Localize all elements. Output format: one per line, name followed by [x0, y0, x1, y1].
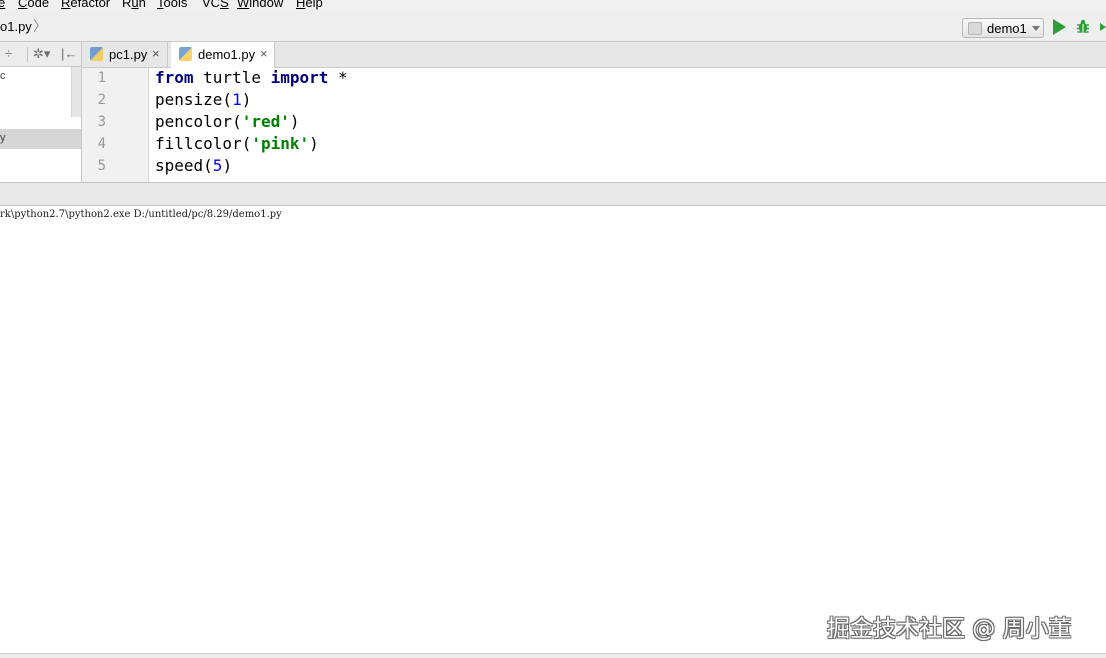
code-editor[interactable]: 1 2 3 4 5 from turtle import * pensize(1…	[82, 68, 1106, 182]
line-number: 1	[97, 70, 106, 86]
run-console[interactable]: rk\python2.7\python2.exe D:/untitled/pc/…	[0, 206, 1106, 653]
code-token: turtle	[193, 68, 271, 87]
hide-panel-icon[interactable]: |←	[61, 46, 77, 61]
code-token: pencolor(	[155, 112, 242, 131]
run-panel-header	[0, 182, 1106, 206]
menu-window[interactable]: Window	[237, 0, 283, 10]
code-line[interactable]: fillcolor('pink')	[155, 134, 319, 153]
line-number: 5	[97, 158, 106, 174]
menu-vcs[interactable]: VCS	[202, 0, 229, 10]
code-token: pensize(	[155, 90, 233, 109]
tab-close-icon[interactable]: ×	[260, 46, 268, 61]
tab-close-icon[interactable]: ×	[152, 46, 160, 61]
line-number: 3	[97, 114, 106, 130]
tab-label: demo1.py	[198, 47, 256, 62]
tree-selected-item[interactable]: y	[0, 129, 81, 149]
code-token: )	[309, 134, 319, 153]
run-icon[interactable]	[1053, 19, 1066, 35]
status-bar	[0, 653, 1106, 658]
code-token: import	[270, 68, 329, 87]
code-token: 'pink'	[251, 134, 310, 153]
menu-refactor[interactable]: Refactor	[61, 0, 110, 10]
code-token: 'red'	[241, 112, 290, 131]
python-file-icon	[179, 47, 192, 61]
code-line[interactable]: speed(5)	[155, 156, 232, 175]
menu-help[interactable]: Help	[296, 0, 323, 10]
code-token: 5	[212, 156, 223, 175]
code-token: )	[289, 112, 300, 131]
code-token: )	[222, 156, 233, 175]
project-toolbar: ÷ ✲▾ |←	[0, 42, 82, 67]
toolbar-divider	[27, 47, 28, 62]
breadcrumb-file[interactable]: o1.py	[0, 19, 32, 34]
debug-icon[interactable]	[1076, 19, 1090, 34]
python-config-icon	[968, 22, 982, 35]
dropdown-arrow-icon	[1032, 26, 1040, 31]
code-token: from	[155, 68, 194, 87]
code-line[interactable]: from turtle import *	[155, 68, 348, 87]
collapse-all-icon[interactable]: ÷	[5, 46, 12, 61]
menu-run[interactable]: Run	[122, 0, 146, 10]
navigation-bar: o1.py 〉 demo1	[0, 12, 1106, 42]
console-output-line: rk\python2.7\python2.exe D:/untitled/pc/…	[0, 209, 282, 220]
run-with-coverage-icon[interactable]	[1100, 23, 1106, 31]
breadcrumb-chevron-icon: 〉	[33, 18, 47, 34]
python-file-icon	[90, 47, 103, 61]
menu-bar: e Code Refactor Run Tools VCS Window Hel…	[0, 0, 1106, 12]
menu-tools[interactable]: Tools	[157, 0, 187, 10]
code-token: speed(	[155, 156, 213, 175]
tree-item-fragment[interactable]: c	[0, 70, 6, 82]
project-tree-scrollbar[interactable]	[71, 67, 81, 117]
code-token: )	[241, 90, 252, 109]
code-token: 1	[232, 90, 242, 109]
run-configuration-label: demo1	[987, 21, 1027, 36]
code-token: *	[328, 68, 348, 87]
tree-item-fragment-selected: y	[0, 132, 6, 144]
code-line[interactable]: pensize(1)	[155, 90, 251, 109]
tab-label: pc1.py	[109, 47, 148, 62]
menu-code[interactable]: Code	[18, 0, 49, 10]
menu-file[interactable]: e	[0, 0, 5, 10]
settings-gear-icon[interactable]: ✲▾	[33, 46, 50, 62]
tab-demo1[interactable]: demo1.py ×	[171, 42, 275, 69]
code-line[interactable]: pencolor('red')	[155, 112, 300, 131]
watermark: 掘金技术社区 @ 周小董	[827, 616, 1072, 642]
editor-tabs: pc1.py × demo1.py ×	[82, 42, 1106, 69]
run-configuration-select[interactable]: demo1	[962, 18, 1044, 38]
line-number-gutter: 1 2 3 4 5	[82, 68, 149, 182]
line-number: 4	[97, 136, 106, 152]
line-number: 2	[97, 92, 106, 108]
tab-pc1[interactable]: pc1.py ×	[82, 42, 168, 68]
code-token: fillcolor(	[155, 134, 252, 153]
project-tree: c y	[0, 67, 82, 182]
